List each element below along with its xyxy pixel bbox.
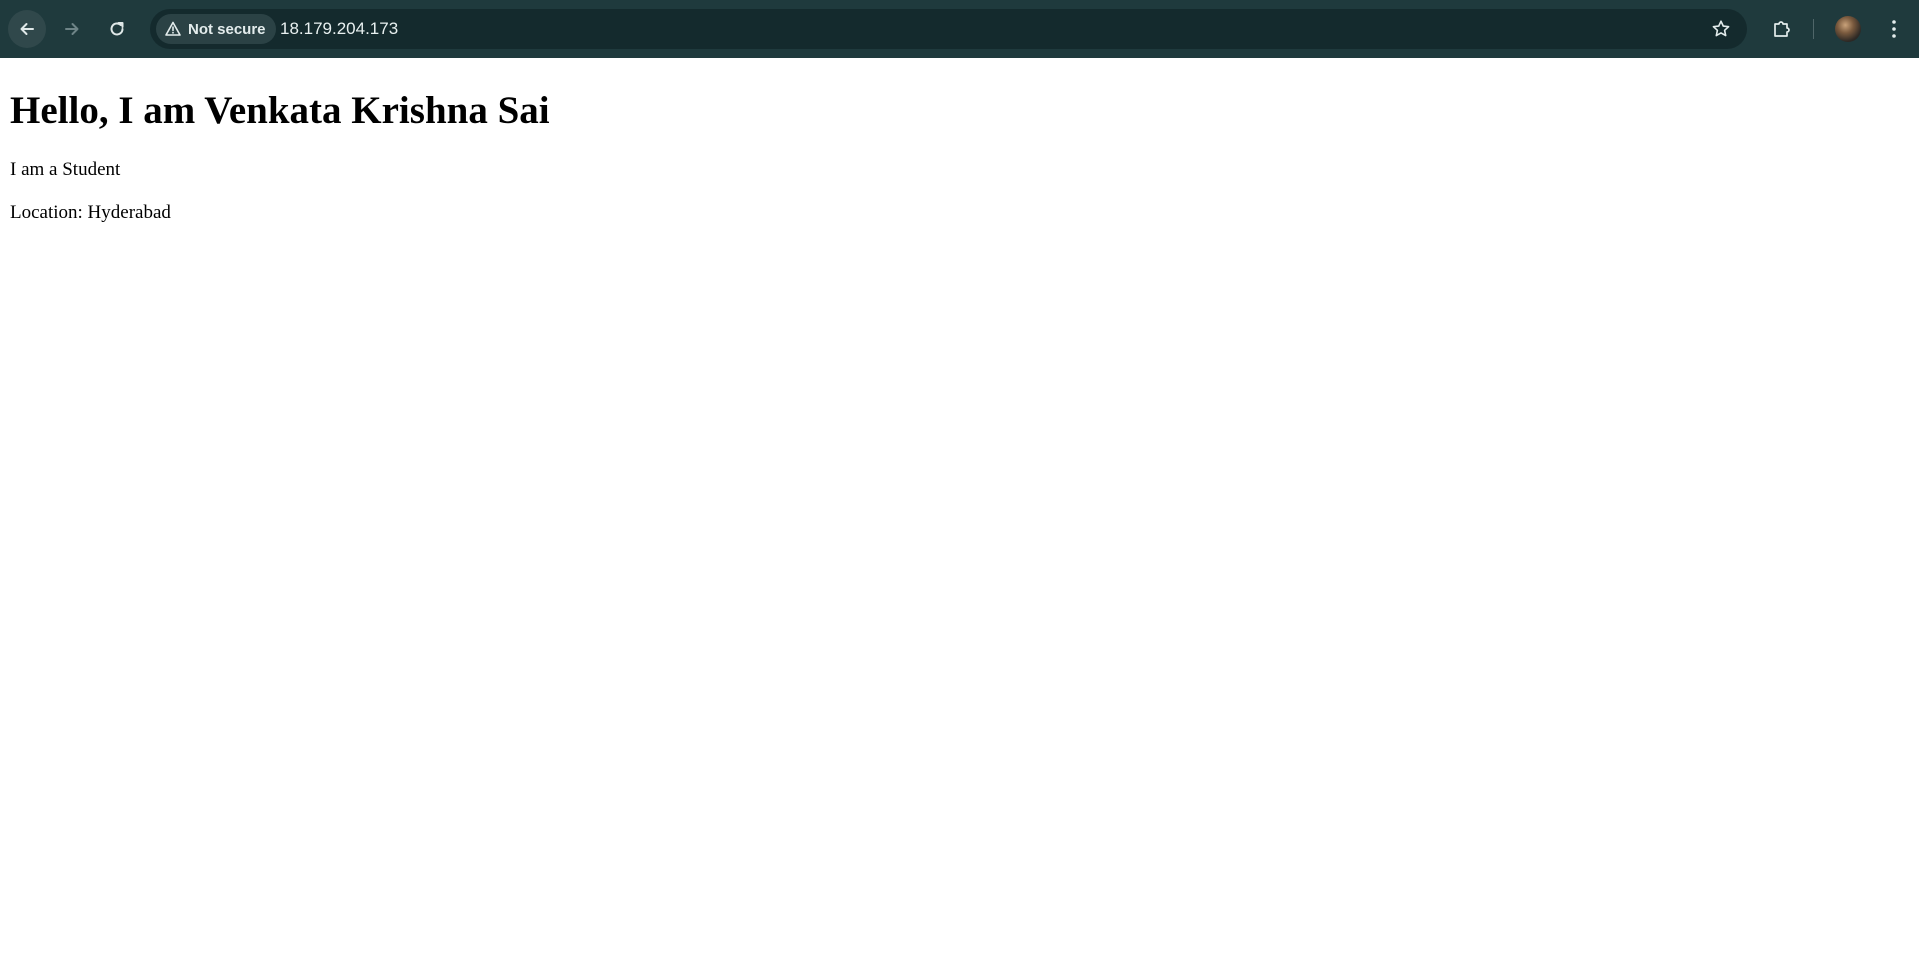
reload-icon <box>110 22 124 36</box>
page-content: Hello, I am Venkata Krishna Sai I am a S… <box>0 58 1919 965</box>
browser-toolbar: Not secure 18.179.204.173 <box>0 0 1919 58</box>
reload-button[interactable] <box>98 10 136 48</box>
puzzle-icon <box>1774 21 1790 37</box>
security-label: Not secure <box>188 20 266 38</box>
extensions-button[interactable] <box>1767 14 1797 44</box>
toolbar-inner: Not secure 18.179.204.173 <box>0 0 1919 58</box>
address-bar[interactable]: Not secure 18.179.204.173 <box>150 9 1747 49</box>
security-chip[interactable]: Not secure <box>156 14 276 44</box>
avatar[interactable] <box>1835 16 1861 42</box>
star-icon[interactable] <box>1711 19 1731 39</box>
toolbar-separator <box>1813 19 1814 39</box>
forward-button[interactable] <box>53 10 91 48</box>
arrow-left-icon <box>20 23 34 35</box>
menu-button[interactable] <box>1879 14 1909 44</box>
back-button[interactable] <box>8 10 46 48</box>
warning-triangle-icon <box>165 21 181 36</box>
arrow-right-icon <box>65 23 79 35</box>
kebab-menu-icon <box>1892 20 1896 38</box>
location-text: Location: Hyderabad <box>10 202 171 223</box>
page-heading: Hello, I am Venkata Krishna Sai <box>10 89 550 132</box>
role-text: I am a Student <box>10 159 121 180</box>
url-text[interactable]: 18.179.204.173 <box>280 9 398 49</box>
